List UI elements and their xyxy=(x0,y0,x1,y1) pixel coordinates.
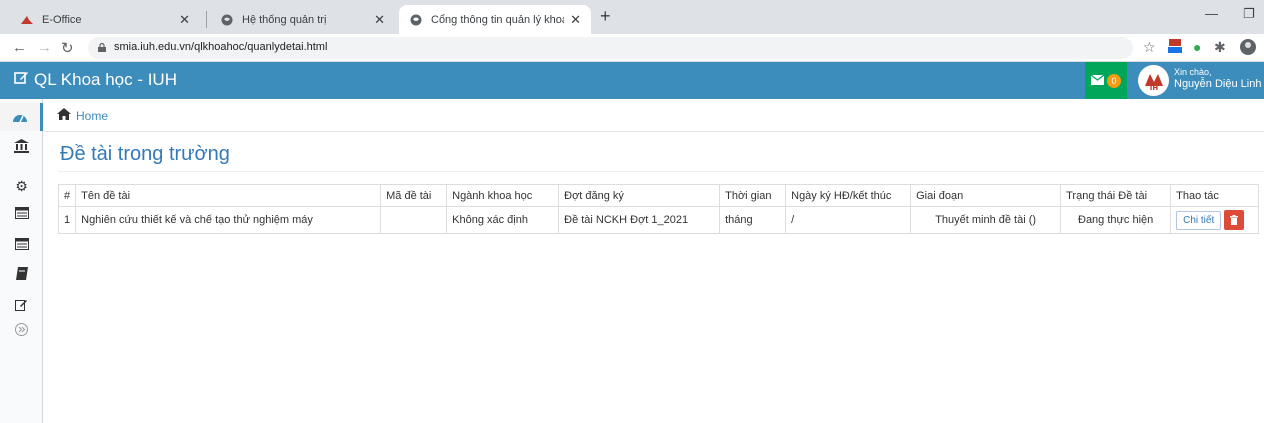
eoffice-favicon-icon xyxy=(20,13,34,27)
row-stage: Thuyết minh đề tài () xyxy=(910,206,1062,234)
col-header-stage: Giai đoạn xyxy=(910,184,1062,207)
row-name: Nghiên cứu thiết kế và chế tạo thử nghiệ… xyxy=(75,206,382,234)
sidebar-item-list-1[interactable] xyxy=(0,199,43,227)
col-header-status: Trạng thái Đề tài xyxy=(1060,184,1172,207)
close-tab-icon[interactable]: ✕ xyxy=(374,12,385,28)
page-title: Đề tài trong trường xyxy=(60,143,230,165)
list-icon xyxy=(14,207,29,219)
dashboard-icon xyxy=(13,115,27,123)
table-header-row: # Tên đề tài Mã đề tài Ngành khoa học Đợ… xyxy=(57,184,1260,207)
breadcrumb-home[interactable]: Home xyxy=(57,108,108,123)
trash-icon xyxy=(1230,215,1239,226)
mail-button[interactable]: 0 xyxy=(1085,62,1127,99)
row-round: Đề tài NCKH Đợt 1_2021 xyxy=(558,206,721,234)
sidebar-item-settings[interactable]: ⚙ xyxy=(0,172,43,200)
grammarly-icon[interactable]: ● xyxy=(1193,39,1201,55)
title-divider xyxy=(58,171,1264,172)
row-dates: / xyxy=(785,206,912,234)
tab-separator xyxy=(206,11,207,28)
book-icon xyxy=(15,266,28,280)
browser-tab-eoffice[interactable]: E-Office ✕ xyxy=(10,5,200,34)
tab-title: Cổng thông tin quản lý khoa học xyxy=(431,13,564,26)
user-name: Nguyễn Diệu Linh xyxy=(1174,78,1262,90)
puzzle-icon[interactable]: ✱ xyxy=(1214,39,1226,56)
iuh-logo: IH xyxy=(1138,65,1169,96)
row-field: Không xác định xyxy=(446,206,560,234)
delete-button[interactable] xyxy=(1224,210,1245,230)
breadcrumb-home-label: Home xyxy=(76,108,109,123)
table-row: 1 Nghiên cứu thiết kế và chế tạo thử ngh… xyxy=(57,206,1260,234)
collapse-icon xyxy=(15,322,28,336)
gear-icon: ⚙ xyxy=(15,177,28,194)
edit-square-icon xyxy=(14,70,29,90)
list-icon xyxy=(14,238,29,250)
row-index: 1 xyxy=(57,206,77,234)
svg-text:IH: IH xyxy=(1149,84,1158,92)
close-tab-icon[interactable]: ✕ xyxy=(570,12,581,28)
browser-tab-admin[interactable]: Hệ thống quản trị ✕ xyxy=(210,5,395,34)
brand-text: QL Khoa học - IUH xyxy=(34,70,177,89)
url-text: smia.iuh.edu.vn/qlkhoahoc/quanlydetai.ht… xyxy=(114,41,328,53)
back-icon[interactable]: ← xyxy=(12,39,27,56)
close-tab-icon[interactable]: ✕ xyxy=(179,12,190,28)
col-header-dates: Ngày ký HĐ/kết thúc xyxy=(785,184,912,207)
col-header-actions: Thao tác xyxy=(1170,184,1260,207)
new-extension-icon[interactable] xyxy=(1166,37,1184,58)
browser-tab-science-portal[interactable]: Cổng thông tin quản lý khoa học ✕ xyxy=(399,5,591,34)
row-duration: tháng xyxy=(719,206,787,234)
new-tab-button[interactable]: + xyxy=(600,6,611,27)
sidebar-collapse-button[interactable] xyxy=(0,315,43,343)
col-header-name: Tên đề tài xyxy=(75,184,382,207)
star-icon[interactable]: ☆ xyxy=(1143,39,1156,56)
app-brand[interactable]: QL Khoa học - IUH xyxy=(14,70,177,90)
reload-icon[interactable]: ↻ xyxy=(61,39,74,57)
tab-title: E-Office xyxy=(42,13,82,26)
sidebar-item-institution[interactable] xyxy=(0,132,43,160)
globe-icon xyxy=(220,13,234,27)
greeting-text: Xin chào, xyxy=(1174,67,1212,77)
tab-title: Hệ thống quản trị xyxy=(242,13,327,26)
institution-icon xyxy=(14,139,29,153)
globe-icon xyxy=(409,13,423,27)
browser-tabbar: E-Office ✕ Hệ thống quản trị ✕ Cổng thôn… xyxy=(0,0,1264,34)
profile-avatar-icon[interactable] xyxy=(1240,38,1256,59)
url-omnibox[interactable]: smia.iuh.edu.vn/qlkhoahoc/quanlydetai.ht… xyxy=(88,37,1133,59)
col-header-field: Ngành khoa học xyxy=(446,184,560,207)
col-header-duration: Thời gian xyxy=(719,184,787,207)
col-header-code: Mã đề tài xyxy=(380,184,448,207)
edit-icon xyxy=(15,299,27,311)
forward-icon[interactable]: → xyxy=(37,39,52,56)
sidebar: ⚙ xyxy=(0,99,43,423)
row-code xyxy=(380,206,448,234)
breadcrumb: Home xyxy=(43,99,1264,132)
row-actions: Chi tiết xyxy=(1170,206,1260,234)
row-status: Đang thực hiện xyxy=(1060,206,1172,234)
sidebar-item-book[interactable] xyxy=(0,259,43,287)
sidebar-item-dashboard[interactable] xyxy=(0,103,43,131)
detail-button[interactable]: Chi tiết xyxy=(1176,210,1222,230)
sidebar-item-edit[interactable] xyxy=(0,290,43,318)
address-bar: ← → ↻ smia.iuh.edu.vn/qlkhoahoc/quanlyde… xyxy=(0,34,1264,62)
lock-icon xyxy=(98,43,106,52)
col-header-round: Đợt đăng ký xyxy=(558,184,721,207)
restore-icon[interactable]: ❐ xyxy=(1243,6,1255,22)
col-header-index: # xyxy=(57,184,77,207)
app-header: QL Khoa học - IUH 0 IH Xin chào, Nguyễn … xyxy=(0,62,1264,99)
mail-count-badge: 0 xyxy=(1107,73,1121,88)
user-greeting[interactable]: Xin chào, Nguyễn Diệu Linh xyxy=(1174,67,1261,90)
minimize-icon[interactable]: — xyxy=(1205,6,1218,21)
sidebar-item-list-2[interactable] xyxy=(0,230,43,258)
envelope-icon xyxy=(1090,72,1105,90)
projects-table: # Tên đề tài Mã đề tài Ngành khoa học Đợ… xyxy=(57,184,1260,234)
home-icon xyxy=(57,108,71,123)
